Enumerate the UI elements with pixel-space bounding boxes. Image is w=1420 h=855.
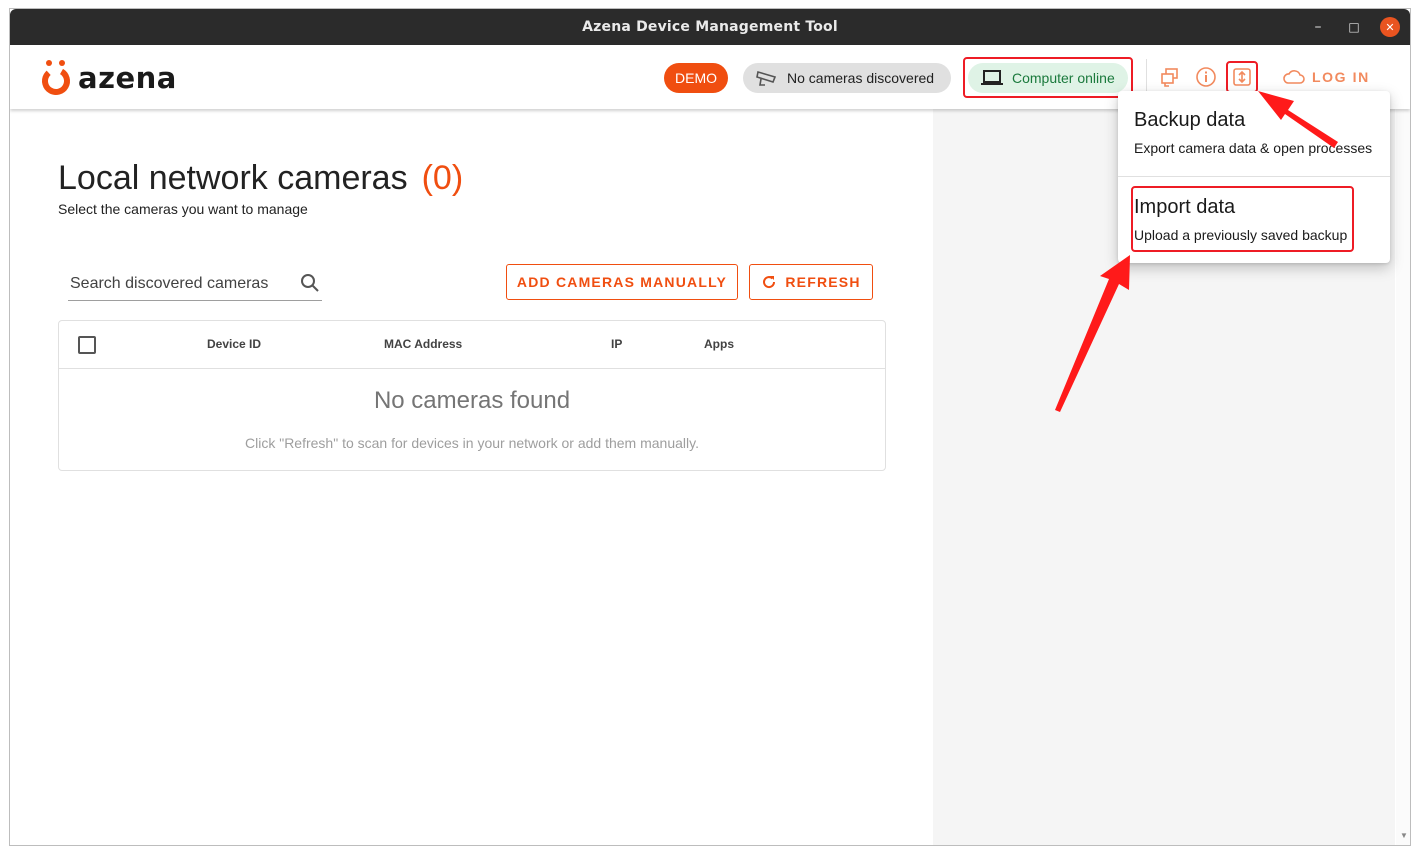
select-all-checkbox[interactable] xyxy=(78,336,96,354)
demo-badge[interactable]: DEMO xyxy=(664,63,728,93)
highlight-box xyxy=(963,57,1133,98)
cameras-table: Device ID MAC Address IP Apps No cameras… xyxy=(58,320,886,471)
camera-icon xyxy=(756,70,777,86)
app-window: Azena Device Management Tool – □ ✕ azena… xyxy=(9,8,1411,846)
logo-text: azena xyxy=(78,61,177,95)
cameras-status-label: No cameras discovered xyxy=(787,70,935,86)
toolbar-divider xyxy=(1146,59,1147,95)
cloud-icon xyxy=(1283,70,1305,84)
search-input[interactable] xyxy=(68,274,288,293)
highlight-box xyxy=(1131,186,1354,252)
menu-divider xyxy=(1118,176,1390,177)
menu-item-title: Backup data xyxy=(1134,109,1246,131)
page-title-text: Local network cameras xyxy=(58,159,408,197)
window-title: Azena Device Management Tool xyxy=(582,19,838,35)
scroll-down-icon[interactable]: ▼ xyxy=(1400,831,1408,840)
scrollbar[interactable] xyxy=(1396,109,1410,845)
title-bar: Azena Device Management Tool – □ ✕ xyxy=(10,9,1410,45)
search-icon[interactable] xyxy=(300,273,320,293)
page-subtitle: Select the cameras you want to manage xyxy=(58,201,308,217)
search-field[interactable] xyxy=(68,267,322,301)
cameras-icon[interactable] xyxy=(1158,65,1182,89)
close-button[interactable]: ✕ xyxy=(1380,17,1400,37)
column-apps[interactable]: Apps xyxy=(704,337,734,351)
maximize-button[interactable]: □ xyxy=(1342,9,1366,45)
highlight-box xyxy=(1226,61,1258,93)
refresh-button[interactable]: REFRESH xyxy=(749,264,873,300)
empty-state-title: No cameras found xyxy=(373,387,571,414)
info-icon[interactable] xyxy=(1194,65,1218,89)
login-button[interactable]: LOG IN xyxy=(1282,65,1370,89)
cameras-status-chip[interactable]: No cameras discovered xyxy=(743,63,951,93)
login-label: LOG IN xyxy=(1312,69,1370,85)
add-cameras-manually-button[interactable]: ADD CAMERAS MANUALLY xyxy=(506,264,738,300)
table-header: Device ID MAC Address IP Apps xyxy=(59,321,885,369)
refresh-icon xyxy=(763,276,776,289)
azena-logo-icon xyxy=(42,60,70,95)
refresh-label: REFRESH xyxy=(785,274,861,290)
menu-item-subtitle: Export camera data & open processes xyxy=(1134,140,1373,156)
camera-count: (0) xyxy=(421,159,464,197)
column-mac-address[interactable]: MAC Address xyxy=(384,337,462,351)
menu-item-backup-data[interactable]: Backup data Export camera data & open pr… xyxy=(1118,109,1390,156)
minimize-button[interactable]: – xyxy=(1306,9,1330,45)
column-device-id[interactable]: Device ID xyxy=(207,337,261,351)
azena-logo: azena xyxy=(40,59,177,97)
empty-state-subtitle: Click "Refresh" to scan for devices in y… xyxy=(245,435,699,451)
page-title: Local network cameras (0) xyxy=(58,159,463,198)
column-ip[interactable]: IP xyxy=(611,337,622,351)
